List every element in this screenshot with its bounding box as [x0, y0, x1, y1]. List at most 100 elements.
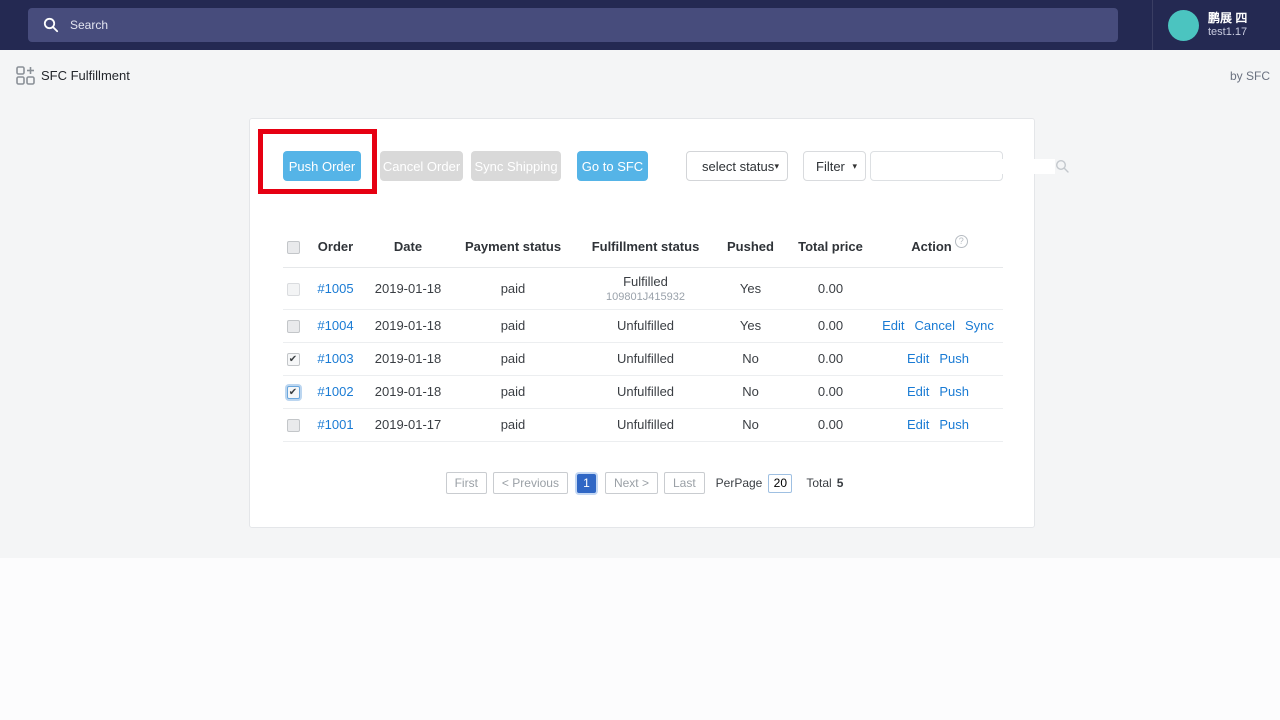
first-page-button[interactable]: First: [445, 472, 487, 494]
table-row: #1004 2019-01-18 paid Unfulfilled Yes 0.00 Edi…: [283, 309, 1003, 343]
app-header: SFC Fulfillment by SFC: [0, 50, 1280, 100]
next-page-button[interactable]: Next >: [604, 472, 658, 494]
total-label: Total: [806, 476, 832, 490]
table-row: #1001 2019-01-17 paid Unfulfilled No 0.00 Edit…: [283, 408, 1003, 442]
last-page-button[interactable]: Last: [663, 472, 705, 494]
go-to-sfc-button[interactable]: Go to SFC: [577, 151, 648, 181]
status-select[interactable]: select status ▾: [686, 151, 788, 181]
table-row: ✔ #1002 2019-01-18 paid Unfulfilled No 0.00 Edi…: [283, 375, 1003, 409]
fulfillment-status: Unfulfilled: [616, 384, 675, 399]
order-link[interactable]: #1003: [317, 351, 353, 366]
top-nav-bar: 鹏展 四 test1.17: [0, 0, 1280, 50]
order-link[interactable]: #1001: [317, 417, 353, 432]
page-title: SFC Fulfillment: [41, 68, 130, 83]
order-search-input[interactable]: [879, 158, 1055, 174]
pushed-flag: Yes: [713, 309, 788, 343]
fulfillment-status: Unfulfilled: [616, 351, 675, 366]
search-icon: [1055, 159, 1069, 173]
pushed-flag: Yes: [713, 267, 788, 310]
action-link-push[interactable]: Push: [939, 417, 969, 432]
shop-name: test1.17: [1208, 25, 1248, 38]
action-cell: Edit Push: [873, 375, 1003, 409]
payment-status: paid: [448, 309, 578, 343]
order-link[interactable]: #1002: [317, 384, 353, 399]
order-search-box[interactable]: [870, 151, 1069, 181]
row-checkbox[interactable]: ✔: [286, 353, 300, 367]
action-cell: Edit Push: [873, 408, 1003, 442]
table-row: #1005 2019-01-18 paid Fulfilled 109801J41593…: [283, 267, 1003, 310]
app-byline: by SFC: [1229, 69, 1270, 83]
per-page-input[interactable]: [768, 473, 793, 493]
order-date: 2019-01-18: [368, 267, 448, 310]
current-page-indicator[interactable]: 1: [576, 473, 596, 493]
column-header-payment-status: Payment status: [448, 227, 578, 268]
action-link-edit[interactable]: Edit: [882, 318, 904, 333]
help-icon[interactable]: ?: [954, 234, 968, 248]
action-cell: Edit Push: [873, 342, 1003, 376]
payment-status: paid: [448, 342, 578, 376]
user-menu[interactable]: 鹏展 四 test1.17: [1152, 0, 1280, 50]
tracking-number: 109801J415932: [606, 290, 685, 303]
total-price: 0.00: [788, 309, 873, 343]
row-checkbox[interactable]: [286, 419, 300, 433]
action-link-edit[interactable]: Edit: [907, 351, 929, 366]
payment-status: paid: [448, 408, 578, 442]
pushed-flag: No: [713, 375, 788, 409]
order-link[interactable]: #1004: [317, 318, 353, 333]
select-all-checkbox[interactable]: [286, 241, 300, 255]
payment-status: paid: [448, 375, 578, 409]
order-link[interactable]: #1005: [317, 281, 353, 296]
global-search-input[interactable]: [70, 18, 970, 32]
table-row: ✔ #1003 2019-01-18 paid Unfulfilled No 0.00 Edi…: [283, 342, 1003, 376]
push-order-button[interactable]: Push Order: [283, 151, 361, 181]
action-cell: [873, 267, 1003, 310]
pushed-flag: No: [713, 408, 788, 442]
chevron-down-icon: ▾: [774, 160, 779, 171]
payment-status: paid: [448, 267, 578, 310]
sync-shipping-button[interactable]: Sync Shipping: [471, 151, 561, 181]
action-link-edit[interactable]: Edit: [907, 384, 929, 399]
action-link-cancel[interactable]: Cancel: [915, 318, 955, 333]
action-link-push[interactable]: Push: [939, 384, 969, 399]
order-date: 2019-01-17: [368, 408, 448, 442]
column-header-pushed: Pushed: [713, 227, 788, 268]
fulfillment-status: Unfulfilled: [616, 417, 675, 432]
total-price: 0.00: [788, 375, 873, 409]
per-page-label: PerPage: [715, 476, 763, 490]
total-price: 0.00: [788, 342, 873, 376]
column-header-action: Action?: [873, 227, 1003, 268]
table-header-row: Order Date Payment status Fulfillment statu…: [283, 227, 1003, 268]
orders-table: Order Date Payment status Fulfillment statu…: [283, 227, 1003, 442]
row-checkbox[interactable]: [286, 320, 300, 334]
avatar[interactable]: [1168, 9, 1199, 41]
chevron-down-icon: ▾: [852, 160, 857, 171]
total-price: 0.00: [788, 408, 873, 442]
action-link-sync[interactable]: Sync: [965, 318, 994, 333]
fulfillment-status: Unfulfilled: [616, 318, 675, 333]
pushed-flag: No: [713, 342, 788, 376]
user-name: 鹏展 四: [1208, 10, 1248, 25]
column-header-order: Order: [303, 227, 368, 268]
total-price: 0.00: [788, 267, 873, 310]
row-checkbox: [286, 282, 300, 296]
column-header-total-price: Total price: [788, 227, 873, 268]
filter-select-value: Filter: [816, 158, 845, 174]
orders-card: Push Order Cancel Order Sync Shipping Go…: [249, 118, 1069, 528]
action-cell: Edit Cancel Sync: [873, 309, 1003, 343]
cancel-order-button[interactable]: Cancel Order: [380, 151, 463, 181]
previous-page-button[interactable]: < Previous: [492, 472, 568, 494]
column-header-fulfillment-status: Fulfillment status: [578, 227, 713, 268]
fulfillment-status: Fulfilled: [623, 273, 668, 289]
global-search-bar[interactable]: [28, 8, 1118, 42]
pagination: First < Previous 1 Next > Last PerPage T…: [283, 471, 1003, 495]
filter-select[interactable]: Filter ▾: [803, 151, 866, 181]
action-link-push[interactable]: Push: [939, 351, 969, 366]
order-date: 2019-01-18: [368, 342, 448, 376]
order-date: 2019-01-18: [368, 309, 448, 343]
total-value: 5: [836, 476, 844, 490]
order-date: 2019-01-18: [368, 375, 448, 409]
status-select-value: select status: [702, 158, 775, 174]
order-table-body: #1005 2019-01-18 paid Fulfilled 109801J41593…: [283, 267, 1003, 442]
row-checkbox[interactable]: ✔: [286, 386, 300, 400]
action-link-edit[interactable]: Edit: [907, 417, 929, 432]
